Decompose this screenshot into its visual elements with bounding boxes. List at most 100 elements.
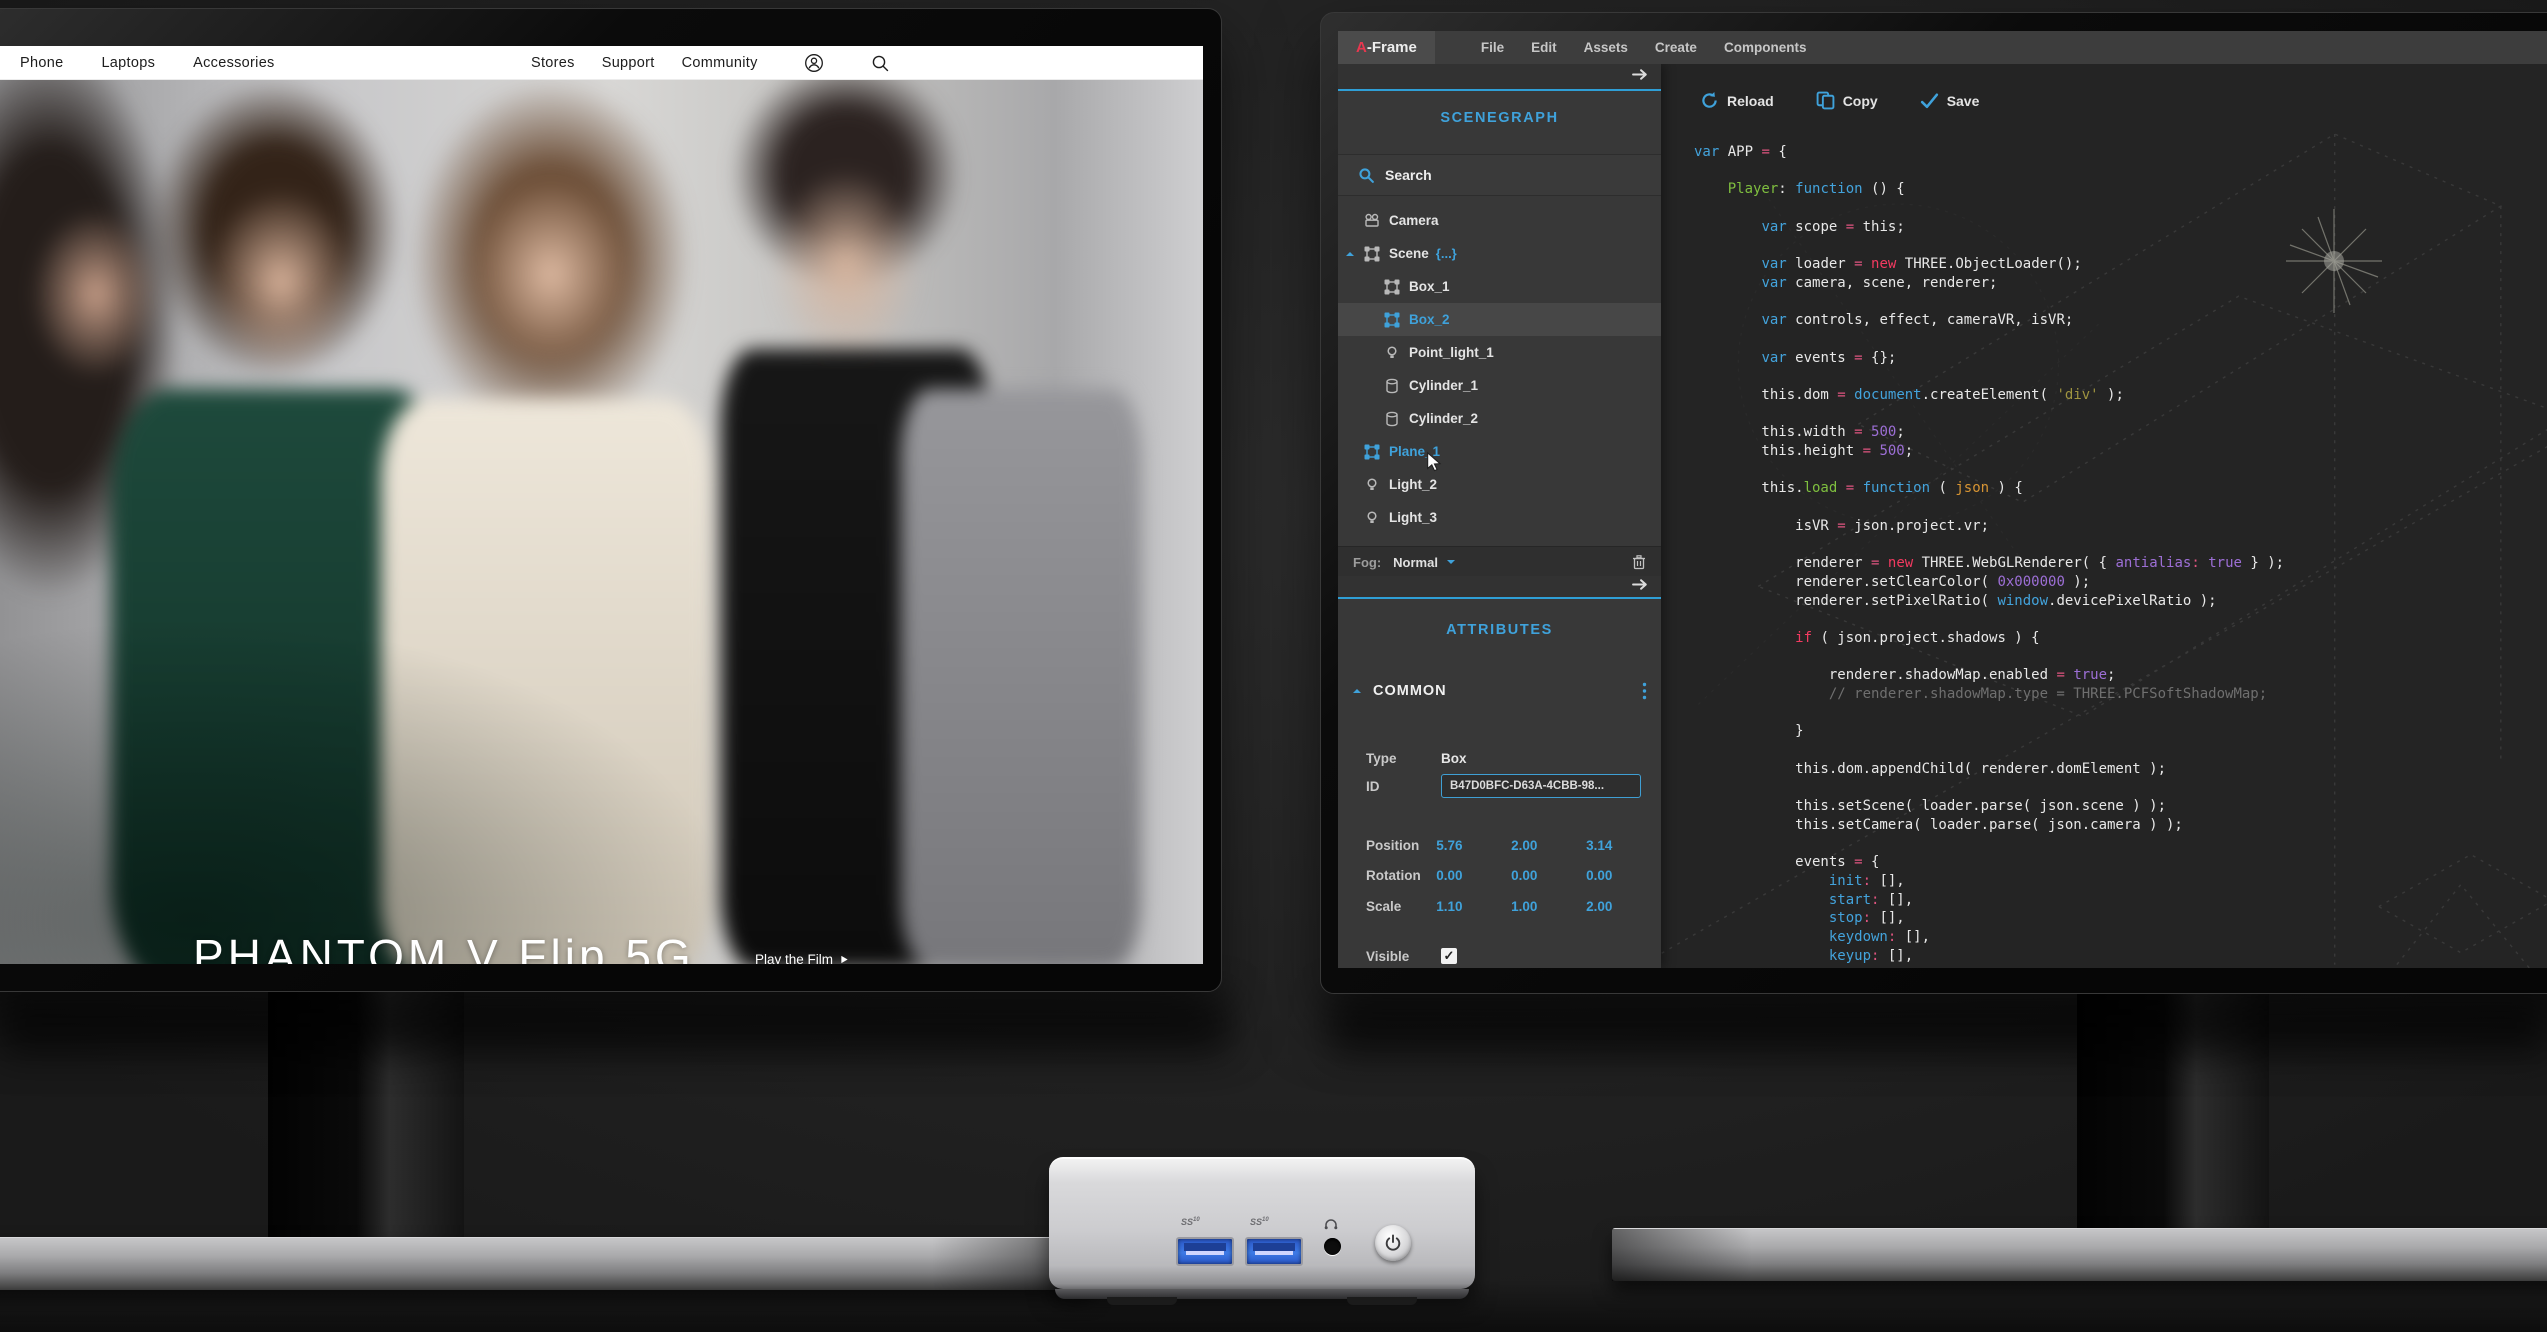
tree-item-cylinder_1[interactable]: Cylinder_1 [1338,369,1661,402]
play-film-label: Play the Film [755,952,833,964]
site-nav-link-laptops[interactable]: Laptops [101,55,155,71]
tree-item-light_2[interactable]: Light_2 [1338,468,1661,501]
code-line: init: [], [1694,872,2547,891]
site-nav-link-stores[interactable]: Stores [531,55,575,71]
site-nav-link-accessories[interactable]: Accessories [193,55,274,71]
tree-item-camera[interactable]: Camera [1338,204,1661,237]
menu-assets[interactable]: Assets [1584,40,1628,55]
transform-value[interactable]: 1.10 [1436,899,1511,914]
panel-expand-arrow-icon[interactable] [1632,577,1649,592]
code-line [1694,834,2547,853]
tree-item-label: Light_2 [1389,477,1437,492]
usb-port [1245,1237,1303,1266]
mini-pc: SS10 SS10 [1049,1157,1475,1289]
scenegraph-tree: Camera Scene{...}Box_1Box_2Point_light_1 C… [1338,204,1661,534]
transform-label: Position [1366,838,1436,853]
code-line: renderer.shadowMap.enabled = true; [1694,666,2547,685]
tree-item-box_2[interactable]: Box_2 [1338,303,1661,336]
tree-item-point_light_1[interactable]: Point_light_1 [1338,336,1661,369]
aframe-brand-tab[interactable]: A-Frame [1338,31,1435,64]
menu-components[interactable]: Components [1724,40,1807,55]
site-nav-link-community[interactable]: Community [682,55,758,71]
box-icon [1364,246,1380,262]
desk-scene: Phone Laptops Accessories Stores Support Com… [0,0,2547,1332]
power-button [1375,1225,1411,1261]
tree-item-label: Cylinder_2 [1409,411,1478,426]
transform-value[interactable]: 0.00 [1586,868,1661,883]
scenegraph-collapse-strip [1338,64,1661,91]
site-nav-link-support[interactable]: Support [602,55,655,71]
tree-item-plane_1[interactable]: Plane_1 [1338,435,1661,468]
type-row: Type Box [1338,746,1661,770]
code-line [1694,367,2547,386]
tree-item-light_3[interactable]: Light_3 [1338,501,1661,534]
code-line: var loader = new THREE.ObjectLoader(); [1694,255,2547,274]
play-icon [840,955,849,964]
common-section-header[interactable]: COMMON [1338,676,1661,706]
transform-value[interactable]: 5.76 [1436,838,1511,853]
site-nav-link-phone[interactable]: Phone [20,55,63,71]
menu-create[interactable]: Create [1655,40,1697,55]
menu-edit[interactable]: Edit [1531,40,1557,55]
code-line: var events = {}; [1694,349,2547,368]
transform-value[interactable]: 0.00 [1511,868,1586,883]
transform-value[interactable]: 3.14 [1586,838,1661,853]
position-row: Position5.762.003.14 [1338,830,1661,861]
id-input[interactable]: B47D0BFC-D63A-4CBB-98... [1441,774,1641,798]
transform-value[interactable]: 1.00 [1511,899,1586,914]
usb-port-label: SS10 [1250,1217,1269,1227]
tree-item-label: Cylinder_1 [1409,378,1478,393]
id-row: ID B47D0BFC-D63A-4CBB-98... [1338,774,1661,798]
tree-item-label: Camera [1389,213,1439,228]
transform-value[interactable]: 2.00 [1586,899,1661,914]
transform-label: Rotation [1366,868,1436,883]
transform-value[interactable]: 0.00 [1436,868,1511,883]
reload-button[interactable]: Reload [1700,91,1774,110]
tree-item-cylinder_2[interactable]: Cylinder_2 [1338,402,1661,435]
code-line [1694,741,2547,760]
fog-select[interactable]: Normal [1393,555,1438,570]
mouse-cursor [1424,451,1446,473]
code-line: this.height = 500; [1694,442,2547,461]
search-icon[interactable] [870,53,890,73]
panel-expand-arrow-icon[interactable] [1632,67,1649,82]
play-film-button[interactable]: Play the Film [755,952,849,964]
reload-icon [1700,91,1719,110]
code-editor[interactable]: var APP = { Player: function () { var sc… [1694,143,2547,968]
transform-value[interactable]: 2.00 [1511,838,1586,853]
cylinder-icon [1384,378,1400,394]
id-label: ID [1366,779,1441,794]
copy-button[interactable]: Copy [1816,91,1878,110]
code-line [1694,461,2547,480]
toolbar-button-label: Copy [1843,93,1878,109]
site-nav-left: Phone Laptops Accessories [20,46,275,79]
code-line: stop: [], [1694,909,2547,928]
code-line: } [1694,722,2547,741]
delete-entity-icon[interactable] [1631,554,1647,570]
account-icon[interactable] [804,53,824,73]
kebab-menu-icon[interactable] [1642,682,1647,700]
save-button[interactable]: Save [1920,91,1980,110]
camera-icon [1364,213,1380,229]
chevron-down-icon[interactable] [1446,557,1456,567]
fog-row: Fog: Normal [1338,546,1661,577]
common-section-label: COMMON [1373,683,1447,699]
tree-item-scene[interactable]: Scene{...} [1338,237,1661,270]
code-line: // renderer.shadowMap.type = THREE.PCFSo… [1694,685,2547,704]
code-line: this.setCamera( loader.parse( json.camer… [1694,816,2547,835]
hero-image: PHANTOM V Flip 5G Play the Film [0,79,1203,964]
menu-file[interactable]: File [1481,40,1504,55]
visible-row: Visible ✓ [1338,944,1661,968]
copy-icon [1816,91,1835,110]
hero-shading [0,79,1203,964]
code-line: start: [], [1694,891,2547,910]
code-line [1694,704,2547,723]
headphone-jack [1324,1238,1341,1255]
code-line: renderer.setClearColor( 0x000000 ); [1694,573,2547,592]
code-line: if ( json.project.shadows ) { [1694,629,2547,648]
visible-checkbox[interactable]: ✓ [1441,948,1457,964]
tree-item-box_1[interactable]: Box_1 [1338,270,1661,303]
scenegraph-search-input[interactable]: Search [1338,154,1661,196]
right-screen: A-Frame File Edit Assets Create Components [1338,31,2547,968]
chevron-up-icon[interactable] [1345,249,1355,259]
